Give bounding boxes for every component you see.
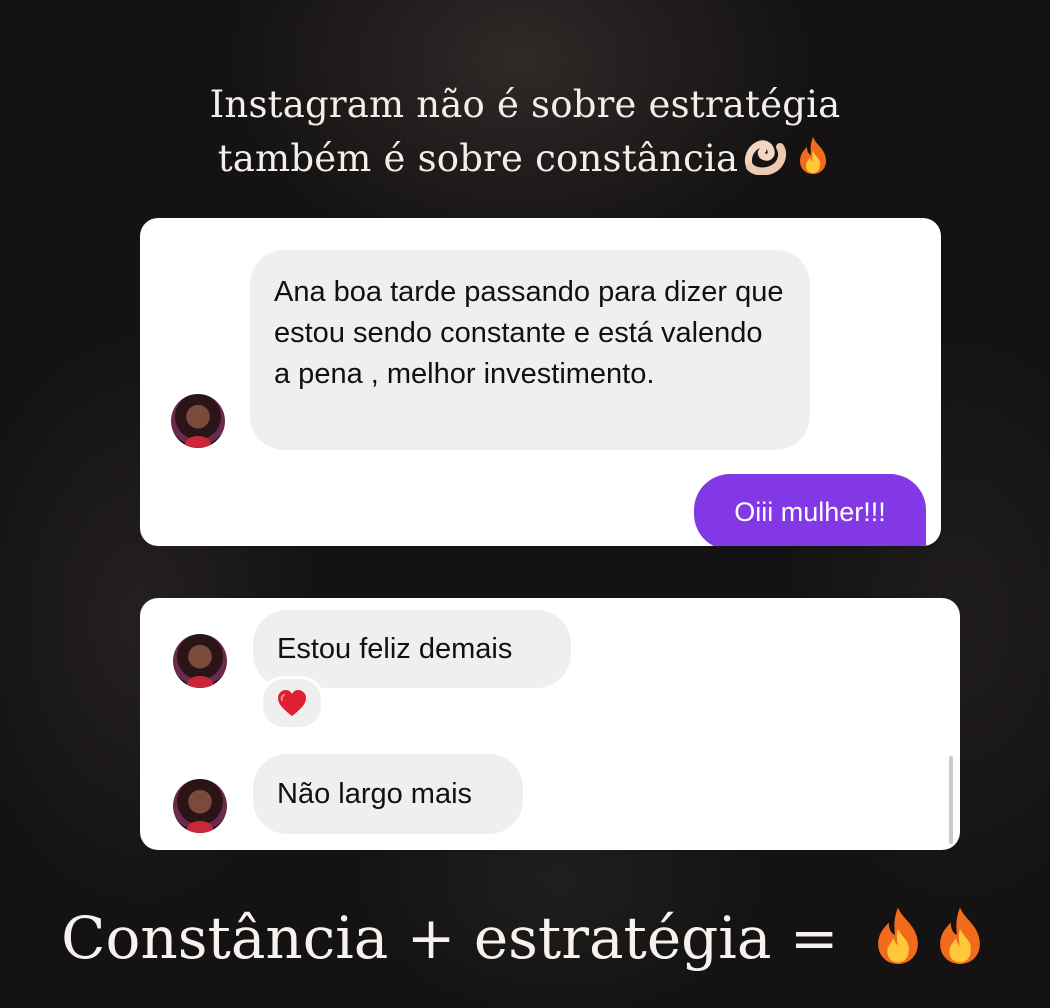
outgoing-message-bubble[interactable]: Oiii mulher!!! bbox=[694, 474, 926, 546]
incoming-message-text: Ana boa tarde passando para dizer que es… bbox=[274, 276, 784, 390]
footer-text: Constância + estratégia = bbox=[61, 904, 839, 972]
message-text-2: Não largo mais bbox=[277, 778, 473, 810]
message-bubble-2[interactable]: Não largo mais bbox=[253, 754, 523, 834]
heart-reaction[interactable] bbox=[260, 676, 324, 730]
fire-icon bbox=[794, 135, 832, 190]
message-text-1: Estou feliz demais bbox=[277, 633, 513, 665]
outgoing-message-text: Oiii mulher!!! bbox=[734, 496, 886, 527]
sender-avatar[interactable] bbox=[171, 394, 225, 448]
scrollbar[interactable] bbox=[949, 756, 953, 844]
sender-avatar[interactable] bbox=[173, 634, 227, 688]
sender-avatar[interactable] bbox=[173, 779, 227, 833]
heart-icon bbox=[278, 690, 306, 716]
headline: Instagram não é sobre estratégia também … bbox=[0, 78, 1050, 190]
footer-line: Constância + estratégia = bbox=[0, 898, 1050, 986]
headline-line-2: também é sobre constância bbox=[217, 137, 739, 180]
chat-card-2: Estou feliz demais Não largo mais bbox=[140, 598, 960, 850]
fire-icon bbox=[931, 904, 989, 986]
chat-card-1: Ana boa tarde passando para dizer que es… bbox=[140, 218, 941, 546]
headline-line-1: Instagram não é sobre estratégia bbox=[209, 83, 841, 126]
incoming-message-bubble[interactable]: Ana boa tarde passando para dizer que es… bbox=[250, 250, 810, 450]
pinching-hand-icon bbox=[744, 136, 788, 190]
fire-icon bbox=[869, 904, 927, 986]
headline-line-2-wrap: também é sobre constância bbox=[0, 132, 1050, 190]
